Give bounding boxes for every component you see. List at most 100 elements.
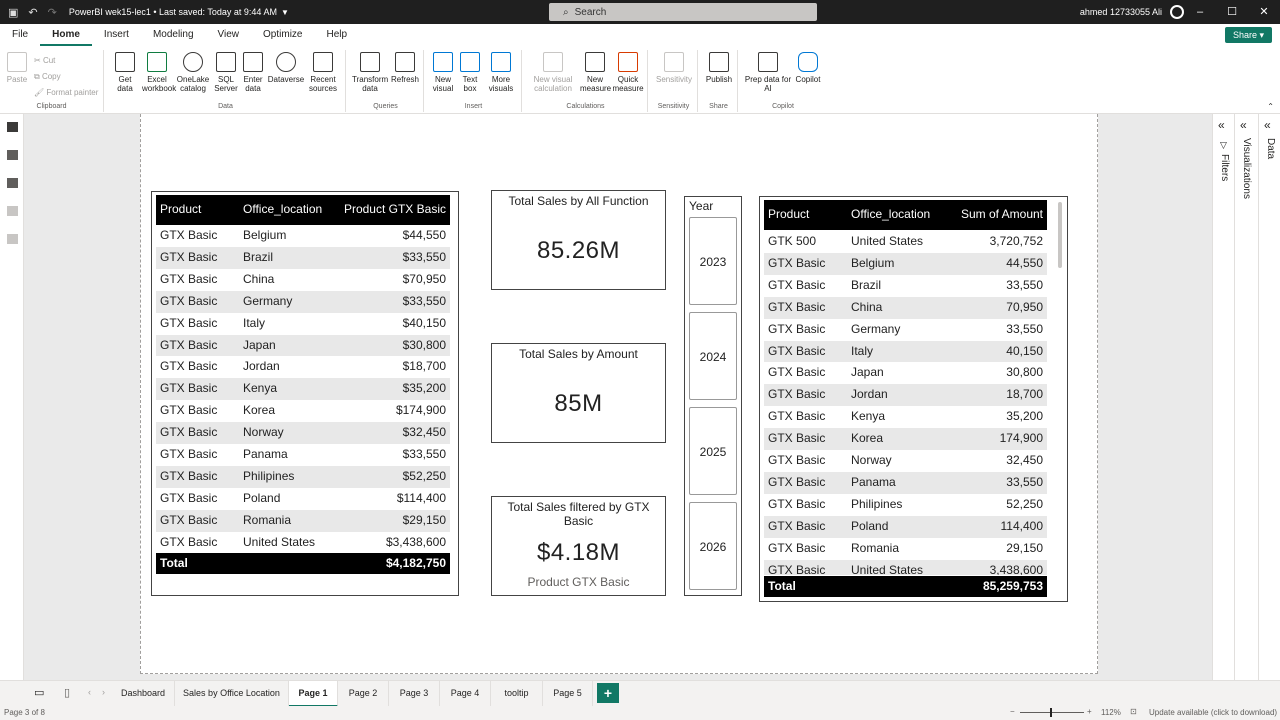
- expand-filters-icon[interactable]: «: [1218, 118, 1225, 132]
- page-tab-page-4[interactable]: Page 4: [440, 681, 491, 707]
- save-icon[interactable]: ▣: [8, 6, 18, 19]
- tmdl-view-icon[interactable]: [7, 234, 18, 244]
- prep-data-for-ai-button[interactable]: Prep data for AI: [742, 52, 794, 93]
- close-button[interactable]: ✕: [1248, 0, 1280, 24]
- slicer-option-2023[interactable]: 2023: [689, 217, 737, 305]
- table-row[interactable]: GTX Basic Norway $32,450: [156, 422, 450, 444]
- zoom-slider[interactable]: [1020, 712, 1084, 713]
- copilot-button[interactable]: Copilot: [792, 52, 824, 84]
- onelake-catalog-button[interactable]: OneLake catalog: [176, 52, 210, 93]
- sum-of-amount-table[interactable]: Product Office_location Sum of Amount GT…: [759, 196, 1068, 602]
- publish-button[interactable]: Publish: [704, 52, 734, 84]
- visualizations-pane[interactable]: « Visualizations: [1234, 114, 1258, 680]
- excel-workbook-button[interactable]: Excel workbook: [142, 52, 176, 93]
- search-box[interactable]: ⌕ Search: [549, 3, 817, 21]
- table-scrollbar[interactable]: [1058, 202, 1062, 268]
- tab-insert[interactable]: Insert: [92, 24, 141, 46]
- table-row[interactable]: GTX Basic Jordan $18,700: [156, 356, 450, 378]
- tab-modeling[interactable]: Modeling: [141, 24, 206, 46]
- get-data-button[interactable]: Get data: [110, 52, 140, 93]
- tab-file[interactable]: File: [0, 24, 40, 46]
- expand-visualizations-icon[interactable]: «: [1240, 118, 1247, 132]
- scroll-right-icon[interactable]: ›: [102, 687, 105, 697]
- page-tab-dashboard[interactable]: Dashboard: [112, 681, 175, 707]
- new-measure-button[interactable]: New measure: [580, 52, 611, 93]
- update-available-link[interactable]: Update available (click to download): [1149, 708, 1277, 717]
- more-visuals-button[interactable]: More visuals: [484, 52, 518, 93]
- transform-data-button[interactable]: Transform data: [352, 52, 388, 93]
- table-row[interactable]: GTX Basic Brazil $33,550: [156, 246, 450, 269]
- product-gtx-basic-table[interactable]: Product Office_location Product GTX Basi…: [151, 191, 459, 596]
- dax-query-view-icon[interactable]: [7, 206, 18, 216]
- table-row[interactable]: GTX Basic Italy $40,150: [156, 313, 450, 335]
- page-tab-tooltip[interactable]: tooltip: [491, 681, 543, 707]
- table-row[interactable]: GTX Basic China $70,950: [156, 269, 450, 291]
- table-row[interactable]: GTX Basic Poland 114,400: [764, 515, 1047, 538]
- dataverse-button[interactable]: Dataverse: [266, 52, 306, 84]
- sql-server-button[interactable]: SQL Server: [212, 52, 240, 93]
- zoom-out-icon[interactable]: −: [1010, 707, 1015, 716]
- table-row[interactable]: GTX Basic Poland $114,400: [156, 488, 450, 510]
- text-box-button[interactable]: Text box: [458, 52, 482, 93]
- table-row[interactable]: GTK 500 United States 3,720,752: [764, 231, 1047, 253]
- page-tab-page-1[interactable]: Page 1: [289, 681, 338, 707]
- format-painter-button[interactable]: 🖌 Format painter: [34, 88, 98, 97]
- quick-measure-button[interactable]: Quick measure: [612, 52, 644, 93]
- slicer-option-2026[interactable]: 2026: [689, 502, 737, 590]
- tab-view[interactable]: View: [206, 24, 252, 46]
- zoom-level[interactable]: 112%: [1101, 708, 1121, 717]
- share-button[interactable]: Share ▾: [1224, 27, 1272, 43]
- expand-data-icon[interactable]: «: [1264, 118, 1271, 132]
- undo-icon[interactable]: ↶: [28, 6, 37, 19]
- table-row[interactable]: GTX Basic Germany 33,550: [764, 319, 1047, 341]
- recent-sources-button[interactable]: Recent sources: [306, 52, 340, 93]
- enter-data-button[interactable]: Enter data: [240, 52, 266, 93]
- zoom-slider-thumb[interactable]: [1050, 708, 1052, 717]
- table-row[interactable]: GTX Basic Korea 174,900: [764, 428, 1047, 450]
- tab-help[interactable]: Help: [314, 24, 359, 46]
- total-sales-gtx-basic-card[interactable]: Total Sales filtered by GTX Basic $4.18M…: [491, 496, 666, 596]
- chevron-down-icon[interactable]: ▼: [281, 8, 289, 17]
- total-sales-all-function-card[interactable]: Total Sales by All Function 85.26M: [491, 190, 666, 290]
- report-view-icon[interactable]: [7, 122, 18, 132]
- table-row[interactable]: GTX Basic Romania 29,150: [764, 538, 1047, 560]
- slicer-option-2024[interactable]: 2024: [689, 312, 737, 400]
- table-row[interactable]: GTX Basic Kenya $35,200: [156, 378, 450, 401]
- page-tab-sales-by-office-location[interactable]: Sales by Office Location: [175, 681, 289, 707]
- minimize-button[interactable]: –: [1184, 0, 1216, 24]
- refresh-button[interactable]: Refresh: [390, 52, 420, 84]
- table-row[interactable]: GTX Basic Belgium $44,550: [156, 225, 450, 247]
- redo-icon[interactable]: ↷: [48, 6, 57, 19]
- column-header[interactable]: Product: [160, 202, 201, 216]
- cut-button[interactable]: ✂ Cut: [34, 56, 55, 65]
- table-row[interactable]: GTX Basic United States 3,438,600: [764, 559, 1047, 575]
- table-row[interactable]: GTX Basic Romania $29,150: [156, 509, 450, 532]
- table-view-icon[interactable]: [7, 150, 18, 160]
- table-row[interactable]: GTX Basic China 70,950: [764, 296, 1047, 319]
- table-row[interactable]: GTX Basic Panama 33,550: [764, 471, 1047, 494]
- zoom-in-icon[interactable]: +: [1087, 707, 1092, 716]
- desktop-layout-icon[interactable]: ▭: [34, 686, 44, 699]
- new-visual-calculation-button[interactable]: New visual calculation: [528, 52, 578, 93]
- fit-to-page-icon[interactable]: ⊡: [1130, 707, 1137, 716]
- collapse-ribbon-icon[interactable]: ⌃: [1267, 102, 1274, 111]
- page-tab-page-5[interactable]: Page 5: [543, 681, 593, 707]
- new-visual-button[interactable]: New visual: [430, 52, 456, 93]
- table-row[interactable]: GTX Basic Brazil 33,550: [764, 275, 1047, 297]
- slicer-option-2025[interactable]: 2025: [689, 407, 737, 495]
- table-row[interactable]: GTX Basic Japan 30,800: [764, 362, 1047, 384]
- avatar-icon[interactable]: [1170, 5, 1184, 19]
- filters-pane[interactable]: « ▽ Filters: [1212, 114, 1234, 680]
- table-row[interactable]: GTX Basic United States $3,438,600: [156, 532, 450, 554]
- table-row[interactable]: GTX Basic Germany $33,550: [156, 290, 450, 313]
- maximize-button[interactable]: ☐: [1216, 0, 1248, 24]
- table-row[interactable]: GTX Basic Kenya 35,200: [764, 406, 1047, 428]
- data-pane[interactable]: « Data: [1258, 114, 1280, 680]
- table-row[interactable]: GTX Basic Philipines 52,250: [764, 494, 1047, 516]
- model-view-icon[interactable]: [7, 178, 18, 188]
- total-sales-by-amount-card[interactable]: Total Sales by Amount 85M: [491, 343, 666, 443]
- table-row[interactable]: GTX Basic Philipines $52,250: [156, 465, 450, 488]
- add-page-button[interactable]: +: [597, 683, 619, 703]
- table-row[interactable]: GTX Basic Belgium 44,550: [764, 252, 1047, 275]
- table-row[interactable]: GTX Basic Italy 40,150: [764, 340, 1047, 363]
